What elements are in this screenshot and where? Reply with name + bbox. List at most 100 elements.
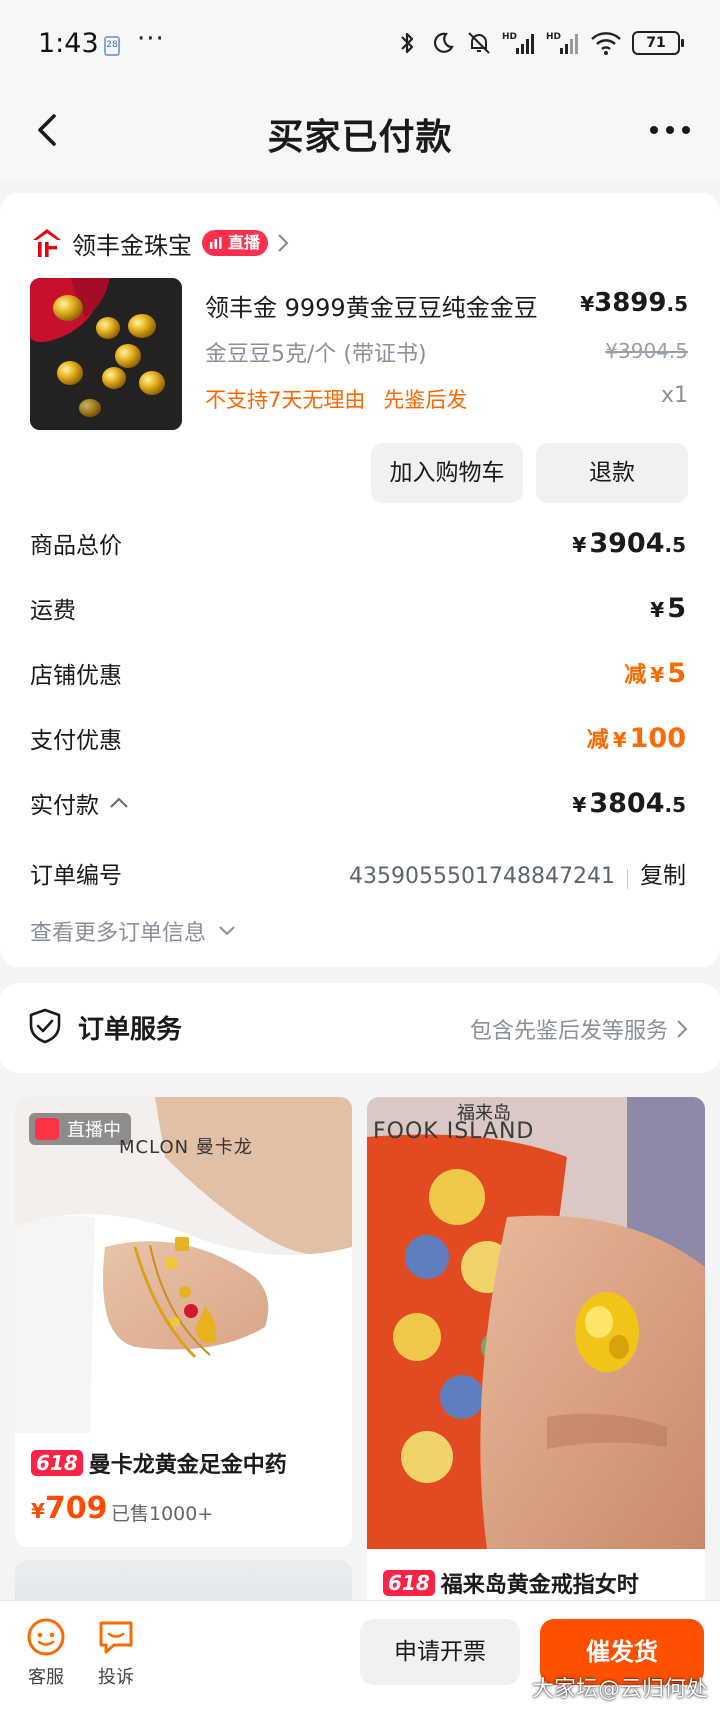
navbar: 买家已付款 [0,90,720,180]
wifi-icon [591,32,621,55]
copy-order-number-button[interactable]: 复制 [640,863,686,889]
gold-beans-image [30,278,182,430]
shop-discount-row: 店铺优惠 减 ¥5 [30,653,686,693]
chevron-right-icon [278,234,289,252]
bottom-action-bar: 客服 投诉 申请开票 催发货 大家坛@云归何处 [0,1600,720,1713]
customer-service-icon [27,1618,65,1656]
order-number-group: 4359055501748847241 复制 [349,856,686,890]
order-card: 领丰金珠宝 直播 领丰金 9999黄金豆豆纯金金豆 ¥3899.5 金豆豆5克/… [0,193,720,967]
recommendation-title: 618 曼卡龙黄金足金中药 [31,1447,287,1479]
more-options-icon[interactable] [644,104,696,156]
complaint-label: 投诉 [98,1667,134,1688]
shop-name[interactable]: 领丰金珠宝 [72,226,192,261]
live-badge[interactable]: 直播 [202,230,269,256]
add-to-cart-button[interactable]: 加入购物车 [371,443,523,503]
customer-service-button[interactable]: 客服 [16,1617,76,1689]
order-service-card[interactable]: 订单服务 包含先鉴后发等服务 [0,983,720,1073]
total-currency: ¥ [572,532,587,557]
live-bars-icon [35,1118,59,1140]
pay-discount-label: 支付优惠 [30,728,122,754]
page-title: 买家已付款 [267,117,453,158]
recommendation-card-fook-island[interactable]: 福来岛 FOOK ISLAND 618 福来岛黄金戒指女时 [367,1097,705,1617]
enterprise-shop-icon [33,229,61,257]
order-number-row: 订单编号 4359055501748847241 复制 [30,853,686,893]
chevron-right-icon [677,1020,688,1038]
paid-integer: 3804 [589,787,665,819]
shop-discount-label: 店铺优惠 [30,663,122,689]
forum-watermark: 大家坛@云归何处 [531,1677,708,1702]
recommendation-title-text: 曼卡龙黄金足金中药 [88,1453,287,1478]
paid-decimal: .5 [664,792,686,817]
shop-discount-amount: 5 [667,658,686,689]
live-badge-label: 直播 [228,233,261,252]
hd2-label: HD [546,32,561,42]
mute-bell-icon [468,32,490,54]
product-title[interactable]: 领丰金 9999黄金豆豆纯金金豆 [205,288,538,323]
order-number-label: 订单编号 [30,863,122,889]
status-icons: HD HD 71 [394,30,684,56]
pay-discount-row: 支付优惠 减 ¥100 [30,718,686,758]
calendar-icon: 28 [104,36,120,56]
chevron-up-icon[interactable] [109,797,129,809]
pay-discount-value: 减 ¥100 [587,722,686,754]
shipping-currency: ¥ [650,597,665,622]
paid-amount-row[interactable]: 实付款 ¥3804.5 [30,783,686,823]
total-decimal: .5 [664,532,686,557]
recommendation-title-text: 福来岛黄金戒指女时 [440,1573,639,1598]
battery-indicator: 71 [632,31,684,55]
product-price: ¥3899.5 [580,288,688,318]
price-decimal: .5 [666,292,688,316]
service-title: 订单服务 [78,1015,183,1045]
recommendation-title: 618 福来岛黄金戒指女时 [383,1567,639,1599]
service-description[interactable]: 包含先鉴后发等服务 [470,1013,688,1045]
status-time: 1:43 [38,28,99,59]
customer-service-label: 客服 [28,1667,64,1688]
shipping-value: ¥5 [650,593,686,624]
recommendation-price: ¥709 [31,1491,108,1526]
request-invoice-button[interactable]: 申请开票 [360,1619,520,1685]
total-price-label: 商品总价 [30,533,122,559]
brand-watermark: MCLON 曼卡龙 [119,1137,253,1158]
live-now-chip: 直播中 [29,1113,131,1145]
paid-label-group[interactable]: 实付款 [30,786,129,820]
recommendation-sold-count: 已售1000+ [111,1503,214,1525]
total-price-value: ¥3904.5 [572,528,686,559]
chevron-down-icon [219,926,235,936]
product-thumbnail[interactable] [30,278,182,430]
order-number-value: 4359055501748847241 [349,864,615,889]
shop-discount-prefix: 减 [624,663,647,688]
promo-618-tag: 618 [31,1450,83,1476]
status-bar: 1:43 28 ··· HD HD 71 [0,0,720,90]
complaint-button[interactable]: 投诉 [86,1617,146,1689]
pay-discount-currency: ¥ [612,728,627,752]
shop-discount-currency: ¥ [650,663,665,687]
pay-discount-amount: 100 [629,723,686,754]
refund-button[interactable]: 退款 [536,443,688,503]
product-tags: 不支持7天无理由 先鉴后发 [205,384,485,414]
more-order-info-label: 查看更多订单信息 [30,921,207,946]
divider [627,868,628,889]
pay-discount-prefix: 减 [586,728,609,753]
signal-hd1-icon: HD [502,32,534,54]
chat-bubble-icon [99,1621,133,1654]
total-price-row: 商品总价 ¥3904.5 [30,523,686,563]
signal-hd2-icon: HD [546,32,578,54]
recommendation-card-mclon[interactable]: 直播中 MCLON 曼卡龙 618 曼卡龙黄金足金中药 ¥709 已售1000+ [15,1097,352,1547]
service-description-text: 包含先鉴后发等服务 [469,1019,668,1044]
shipping-label: 运费 [30,598,76,624]
more-order-info-toggle[interactable]: 查看更多订单信息 [30,915,236,947]
price-currency: ¥ [580,292,595,316]
shop-discount-value: 减 ¥5 [624,657,686,689]
bluetooth-icon [401,32,414,54]
promo-618-tag: 618 [383,1570,435,1596]
paid-amount-value: ¥3804.5 [572,788,686,819]
tag-inspect-first: 先鉴后发 [383,388,468,412]
shipping-row: 运费 ¥5 [30,588,686,628]
brand-watermark: FOOK ISLAND [373,1119,535,1144]
live-now-label: 直播中 [67,1120,121,1141]
shop-header[interactable]: 领丰金珠宝 直播 [30,223,290,263]
shipping-amount: 5 [667,592,686,624]
paid-label: 实付款 [30,793,99,819]
rec-price-value: 709 [44,1491,108,1526]
paid-currency: ¥ [572,792,587,817]
